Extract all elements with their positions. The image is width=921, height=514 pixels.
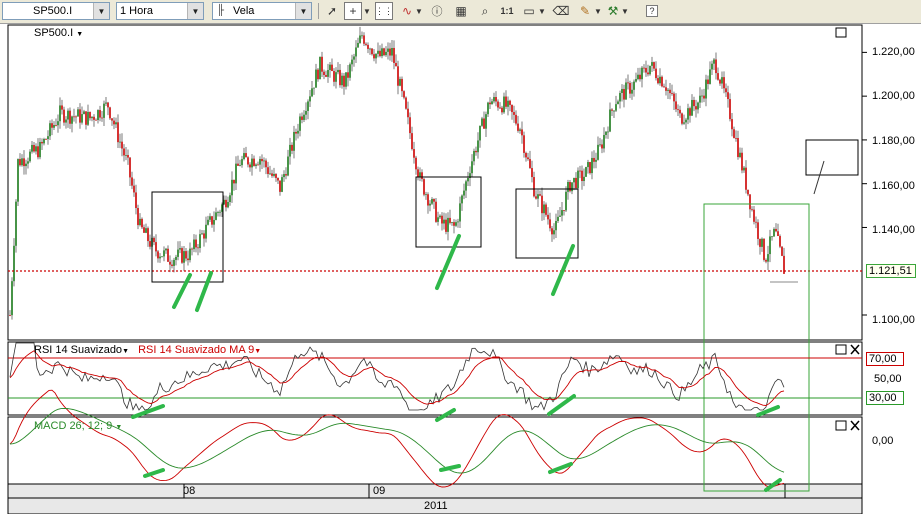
chart-canvas[interactable]: [0, 24, 921, 514]
chart-area: SP500.I ▼ RSI 14 Suavizado▼ RSI 14 Suavi…: [0, 24, 921, 514]
dropdown-arrow-icon[interactable]: ▼: [414, 2, 424, 20]
macd-title: MACD 26; 12; 9: [34, 420, 113, 432]
maximize-pane-icon[interactable]: [835, 420, 847, 431]
time-label: 09: [373, 485, 386, 497]
price-pane-title[interactable]: SP500.I ▼: [34, 27, 83, 39]
help-icon[interactable]: ?: [646, 5, 658, 17]
year-label: 2011: [424, 500, 448, 512]
dropdown-arrow-icon[interactable]: ▼: [620, 2, 630, 20]
one-to-one-icon[interactable]: 1:1: [498, 2, 516, 20]
price-level-label: 1.100,00: [872, 314, 915, 326]
chevron-down-icon[interactable]: ▼: [295, 3, 311, 19]
price-level-label: 1.180,00: [872, 135, 915, 147]
maximize-pane-icon[interactable]: [835, 27, 847, 38]
rsi-ma-title: RSI 14 Suavizado MA 9: [138, 344, 255, 356]
price-symbol-label: SP500.I: [34, 27, 74, 39]
rsi-level-label: 30,00: [866, 391, 904, 405]
chevron-down-icon[interactable]: ▼: [122, 348, 129, 355]
time-label: 08: [183, 485, 196, 497]
macd-pane-title[interactable]: MACD 26; 12; 9 ▼: [34, 420, 122, 432]
rsi-level-label: 50,00: [874, 373, 902, 385]
toolbar-separator: [318, 3, 319, 19]
chevron-down-icon[interactable]: ▼: [93, 3, 109, 19]
price-level-label: 1.220,00: [872, 46, 915, 58]
rsi-level-label: 70,00: [866, 352, 904, 366]
zoom-icon[interactable]: ⌕: [476, 2, 494, 20]
chart-options-icon[interactable]: ▦: [452, 2, 470, 20]
price-level-label: 1.200,00: [872, 90, 915, 102]
toolbar: SP500.I ▼ 1 Hora ▼ ╟ Vela ▼ ➚ + ▼ ⋮⋮ ∿ ▼…: [0, 0, 921, 24]
timeframe-value: 1 Hora: [120, 5, 154, 17]
crosshair-icon[interactable]: +: [344, 2, 362, 20]
macd-level-label: 0,00: [872, 435, 894, 447]
info-icon[interactable]: ⓘ: [428, 2, 446, 20]
eraser-icon[interactable]: ⌫: [552, 2, 570, 20]
dropdown-arrow-icon[interactable]: ▼: [362, 2, 372, 20]
chart-type-combo[interactable]: ╟ Vela ▼: [212, 2, 312, 20]
symbol-value: SP500.I: [33, 5, 73, 17]
grid-dots-icon[interactable]: ⋮⋮: [375, 2, 393, 20]
paint-icon[interactable]: ✎: [576, 2, 594, 20]
chart-type-value: Vela: [233, 5, 255, 17]
price-level-label: 1.160,00: [872, 180, 915, 192]
chevron-down-icon[interactable]: ▼: [254, 348, 261, 355]
price-pane-frame: [7, 24, 863, 341]
annotation-box[interactable]: [805, 139, 859, 176]
dropdown-arrow-icon[interactable]: ▼: [593, 2, 603, 20]
rsi-title: RSI 14 Suavizado: [34, 344, 123, 356]
dropdown-arrow-icon[interactable]: ▼: [537, 2, 547, 20]
rectangle-icon[interactable]: ▭: [520, 2, 538, 20]
cursor-icon[interactable]: ➚: [323, 2, 341, 20]
symbol-combo[interactable]: SP500.I ▼: [2, 2, 110, 20]
macd-pane-frame: [7, 416, 863, 485]
timeframe-combo[interactable]: 1 Hora ▼: [116, 2, 204, 20]
price-level-label: 1.140,00: [872, 224, 915, 236]
chevron-down-icon[interactable]: ▼: [115, 424, 122, 431]
current-price-badge: 1.121,51: [866, 264, 916, 278]
chevron-down-icon[interactable]: ▼: [187, 3, 203, 19]
rsi-pane-title[interactable]: RSI 14 Suavizado▼ RSI 14 Suavizado MA 9▼: [34, 344, 261, 356]
chevron-down-icon[interactable]: ▼: [76, 31, 83, 38]
maximize-pane-icon[interactable]: [835, 344, 847, 355]
candle-icon: ╟: [217, 5, 225, 16]
